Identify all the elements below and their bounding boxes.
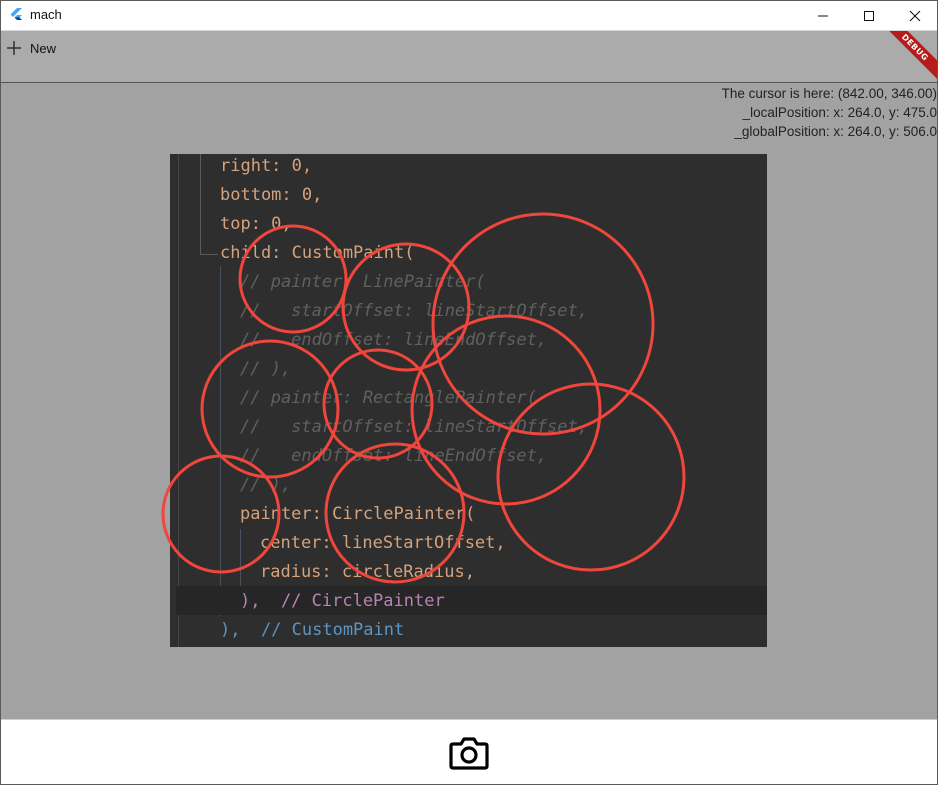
drawn-circle (161, 454, 281, 574)
toolbar: New (0, 31, 938, 82)
plus-icon (7, 41, 21, 55)
debug-banner-label: DEBUG (878, 31, 938, 84)
new-button-label: New (30, 40, 57, 56)
circles-layer (161, 212, 686, 584)
maximize-button[interactable] (846, 0, 892, 31)
new-button[interactable]: New (6, 38, 56, 58)
drawn-circle (322, 348, 434, 460)
maximize-icon (864, 10, 874, 21)
window-title: mach (30, 7, 62, 22)
minimize-button[interactable] (800, 0, 846, 31)
drawn-circle (410, 314, 602, 506)
drawing-canvas[interactable]: The cursor is here: (842.00, 346.00) _lo… (1, 82, 937, 719)
minimize-icon (818, 15, 828, 16)
drawn-circle (238, 224, 348, 334)
close-button[interactable] (892, 0, 938, 31)
title-bar: mach (0, 0, 938, 31)
capture-button[interactable] (446, 730, 492, 776)
drawn-circle (324, 442, 466, 584)
bottom-bar (0, 719, 938, 785)
close-icon (909, 10, 921, 21)
flutter-logo-icon (10, 8, 22, 20)
drawn-circle (496, 382, 686, 572)
camera-icon (449, 737, 489, 770)
